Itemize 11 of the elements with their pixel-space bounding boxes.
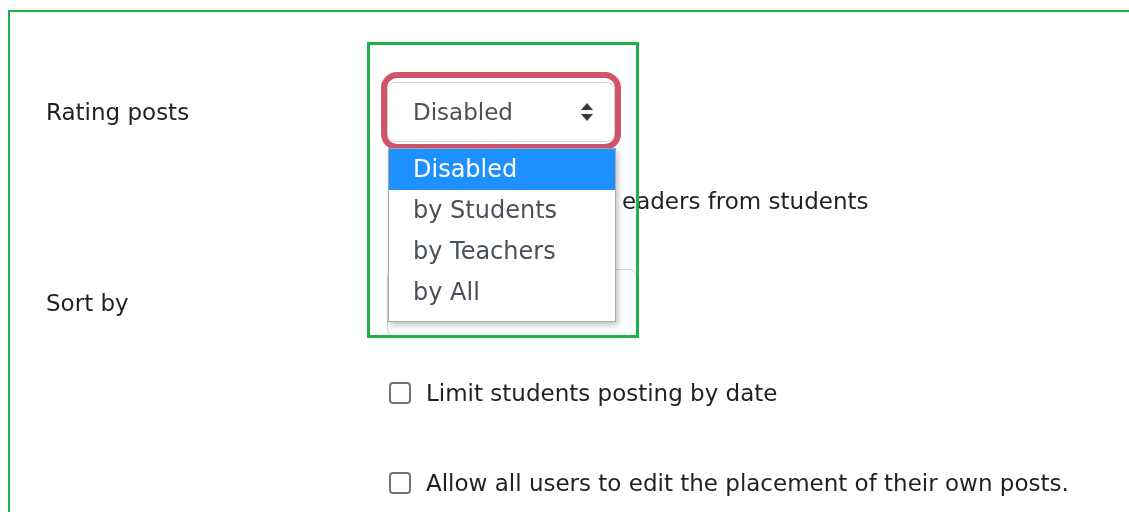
dropdown-option[interactable]: by All [389, 272, 615, 313]
caret-icon [580, 102, 594, 122]
checkbox-label: Limit students posting by date [426, 378, 778, 408]
dropdown-option[interactable]: by Teachers [389, 231, 615, 272]
checkbox[interactable] [389, 382, 411, 404]
checkbox[interactable] [389, 472, 411, 494]
select-field[interactable]: Disabled [387, 82, 615, 142]
field-label: Sort by [46, 288, 130, 318]
field-label: Rating posts [46, 97, 191, 127]
checkbox-label: Allow all users to edit the placement of their own posts. [426, 468, 1069, 498]
dropdown-option[interactable]: by Students [389, 190, 615, 231]
